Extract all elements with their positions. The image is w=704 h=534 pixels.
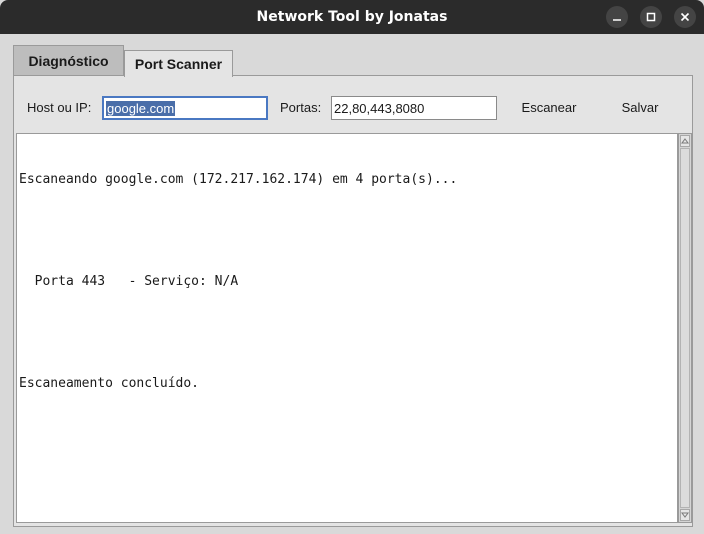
tab-port-scanner[interactable]: Port Scanner — [124, 50, 233, 77]
ports-input[interactable]: 22,80,443,8080 — [331, 96, 497, 120]
output-line: Escaneando google.com (172.217.162.174) … — [19, 172, 458, 187]
arrow-up-icon — [681, 138, 689, 144]
maximize-button[interactable] — [640, 6, 662, 28]
host-input[interactable]: google.com — [102, 96, 268, 120]
host-label: Host ou IP: — [27, 100, 92, 115]
tab-diagnostico[interactable]: Diagnóstico — [13, 45, 124, 75]
scroll-thumb[interactable] — [680, 148, 690, 508]
close-icon — [680, 12, 690, 22]
minimize-button[interactable] — [606, 6, 628, 28]
minimize-icon — [613, 19, 621, 21]
close-button[interactable] — [674, 6, 696, 28]
vertical-scrollbar[interactable] — [678, 133, 692, 523]
save-button[interactable]: Salvar — [612, 97, 668, 117]
ports-label: Portas: — [280, 100, 322, 115]
title-bar: Network Tool by Jonatas — [0, 0, 704, 34]
maximize-icon — [646, 12, 656, 22]
window-title: Network Tool by Jonatas — [256, 9, 448, 25]
output-line: Escaneamento concluído. — [19, 376, 200, 391]
host-input-value: google.com — [106, 100, 176, 116]
scan-button[interactable]: Escanear — [514, 97, 584, 117]
output-textarea[interactable]: Escaneando google.com (172.217.162.174) … — [16, 133, 678, 523]
scroll-down-button[interactable] — [680, 509, 690, 521]
output-line: Porta 443 - Serviço: N/A — [19, 274, 239, 289]
arrow-down-icon — [681, 512, 689, 518]
scroll-up-button[interactable] — [680, 135, 690, 147]
